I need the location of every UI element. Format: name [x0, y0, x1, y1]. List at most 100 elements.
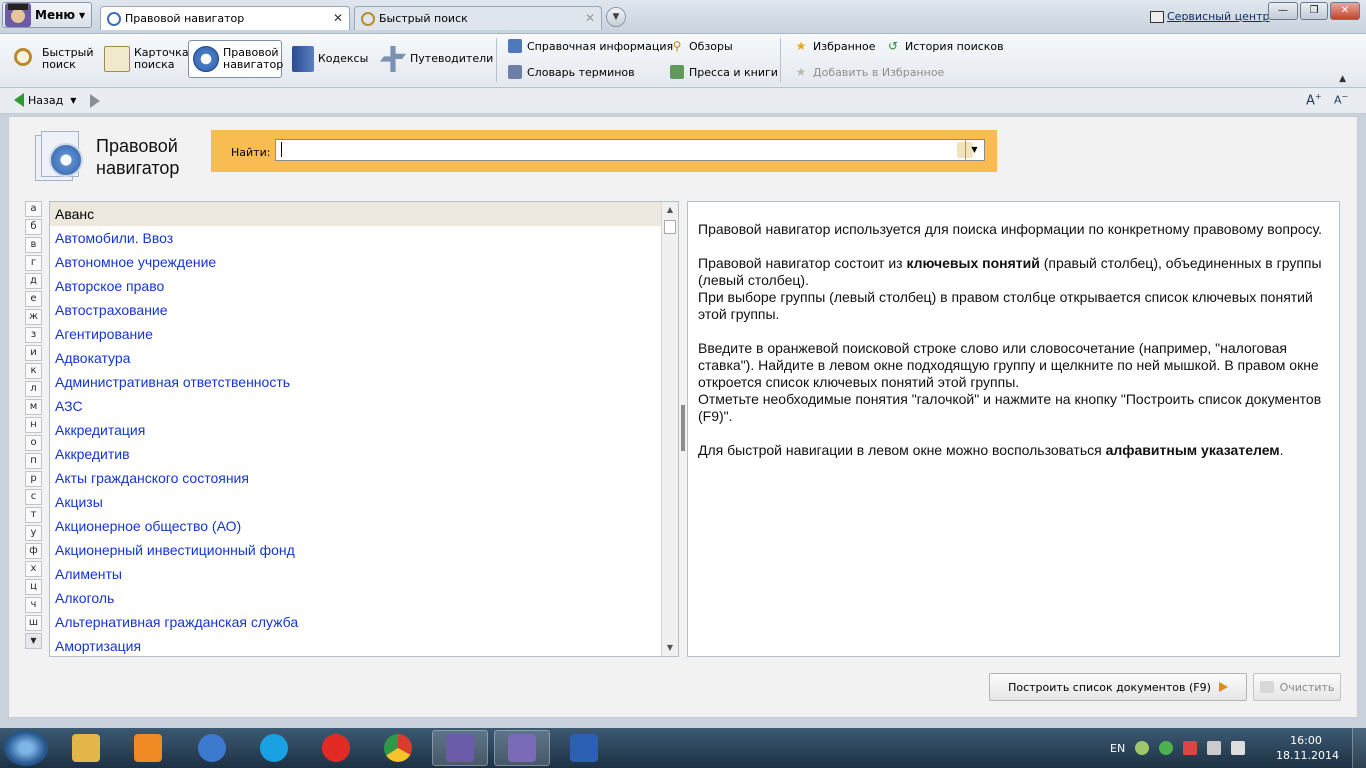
- alphabet-letter[interactable]: и: [25, 345, 42, 361]
- word-taskbar-icon[interactable]: [556, 730, 612, 766]
- alphabet-letter[interactable]: т: [25, 507, 42, 523]
- alphabet-letter[interactable]: л: [25, 381, 42, 397]
- chrome-taskbar-icon[interactable]: [370, 730, 426, 766]
- list-item[interactable]: Акционерное общество (АО): [50, 514, 678, 538]
- clock[interactable]: 16:00 18.11.2014: [1276, 733, 1339, 763]
- tab-quick-search[interactable]: Быстрый поиск ✕: [354, 6, 602, 30]
- reviews-button[interactable]: ⚲ Обзоры: [670, 37, 733, 55]
- alphabet-letter[interactable]: о: [25, 435, 42, 451]
- alphabet-letter[interactable]: ж: [25, 309, 42, 325]
- alphabet-letter[interactable]: п: [25, 453, 42, 469]
- close-icon[interactable]: ✕: [333, 11, 343, 25]
- close-icon[interactable]: ✕: [585, 11, 595, 25]
- pane-splitter[interactable]: [681, 405, 685, 451]
- menu-button[interactable]: Меню ▼: [2, 2, 92, 28]
- close-window-button[interactable]: ✕: [1330, 2, 1360, 20]
- alphabet-scroll-down-icon[interactable]: ▼: [25, 633, 42, 649]
- list-item[interactable]: Аккредитация: [50, 418, 678, 442]
- forward-arrow-icon[interactable]: [90, 94, 100, 108]
- dictionary-button[interactable]: Словарь терминов: [508, 63, 635, 81]
- alphabet-letter[interactable]: ц: [25, 579, 42, 595]
- back-button[interactable]: Назад ▼: [14, 93, 76, 107]
- press-books-button[interactable]: Пресса и книги: [670, 63, 778, 81]
- consultant-taskbar-icon[interactable]: [432, 730, 488, 766]
- list-item[interactable]: Аванс: [50, 202, 678, 226]
- alphabet-letter[interactable]: м: [25, 399, 42, 415]
- alphabet-letter[interactable]: з: [25, 327, 42, 343]
- list-item[interactable]: Альтернативная гражданская служба: [50, 610, 678, 634]
- tabs-dropdown-button[interactable]: ▼: [606, 7, 626, 27]
- list-item[interactable]: Аккредитив: [50, 442, 678, 466]
- alphabet-letter[interactable]: с: [25, 489, 42, 505]
- alphabet-letter[interactable]: б: [25, 219, 42, 235]
- list-item[interactable]: Алкоголь: [50, 586, 678, 610]
- list-item[interactable]: Агентирование: [50, 322, 678, 346]
- add-icon[interactable]: [1159, 741, 1174, 755]
- chevron-down-icon[interactable]: ▼: [70, 96, 76, 105]
- scroll-down-icon[interactable]: ▼: [662, 640, 678, 656]
- list-item[interactable]: Авторское право: [50, 274, 678, 298]
- search-input[interactable]: [275, 139, 985, 161]
- alphabet-letter[interactable]: г: [25, 255, 42, 271]
- alphabet-letter[interactable]: ш: [25, 615, 42, 631]
- list-item[interactable]: Акты гражданского состояния: [50, 466, 678, 490]
- skype-taskbar-icon[interactable]: [246, 730, 302, 766]
- favorites-button[interactable]: ★ Избранное: [794, 37, 876, 55]
- list-item[interactable]: Амортизация: [50, 634, 678, 656]
- alphabet-letter[interactable]: х: [25, 561, 42, 577]
- quick-search-button[interactable]: Быстрый поиск: [8, 40, 98, 78]
- yandex-browser-taskbar-icon[interactable]: [308, 730, 364, 766]
- show-desktop-button[interactable]: [1352, 728, 1366, 768]
- font-decrease-icon[interactable]: A−: [1334, 92, 1348, 107]
- minimize-button[interactable]: —: [1268, 2, 1298, 20]
- search-history-button[interactable]: ↺ История поисков: [886, 37, 1004, 55]
- alphabet-letter[interactable]: к: [25, 363, 42, 379]
- list-item[interactable]: Акцизы: [50, 490, 678, 514]
- monitor-icon[interactable]: [1207, 741, 1222, 755]
- ribbon-collapse-icon[interactable]: ▲: [1339, 74, 1346, 84]
- list-item[interactable]: Автомобили. Ввоз: [50, 226, 678, 250]
- alphabet-letter[interactable]: д: [25, 273, 42, 289]
- consultant-taskbar-icon-2[interactable]: [494, 730, 550, 766]
- alphabet-letter[interactable]: е: [25, 291, 42, 307]
- alphabet-letter[interactable]: н: [25, 417, 42, 433]
- alphabet-letter[interactable]: в: [25, 237, 42, 253]
- maximize-button[interactable]: ❐: [1300, 2, 1328, 20]
- clear-button[interactable]: Очистить: [1253, 673, 1341, 701]
- flag-icon[interactable]: [1183, 741, 1198, 755]
- build-document-list-button[interactable]: Построить список документов (F9): [989, 673, 1247, 701]
- codes-button[interactable]: Кодексы: [288, 40, 372, 78]
- list-item[interactable]: Алименты: [50, 562, 678, 586]
- reference-info-button[interactable]: Справочная информация: [508, 37, 673, 55]
- font-increase-icon[interactable]: A+: [1306, 92, 1322, 108]
- alphabet-letter[interactable]: ч: [25, 597, 42, 613]
- start-button[interactable]: [4, 730, 48, 766]
- alphabet-letter[interactable]: а: [25, 201, 42, 217]
- explorer-taskbar-icon[interactable]: [58, 730, 114, 766]
- alphabet-letter[interactable]: у: [25, 525, 42, 541]
- service-center-link[interactable]: Сервисный центр: [1150, 10, 1269, 23]
- alphabet-letter[interactable]: р: [25, 471, 42, 487]
- language-indicator[interactable]: EN: [1110, 742, 1125, 755]
- alphabet-letter[interactable]: ф: [25, 543, 42, 559]
- volume-app-taskbar-icon[interactable]: [184, 730, 240, 766]
- volume-icon[interactable]: [1231, 741, 1246, 755]
- legal-navigator-button[interactable]: Правовой навигатор: [188, 40, 283, 78]
- add-to-favorites-button[interactable]: ★ Добавить в Избранное: [794, 63, 945, 81]
- scroll-thumb[interactable]: [664, 220, 676, 234]
- list-scrollbar[interactable]: ▲ ▼: [661, 202, 678, 656]
- chevron-down-icon[interactable]: ▼: [965, 140, 983, 160]
- list-item[interactable]: Автострахование: [50, 298, 678, 322]
- guides-button[interactable]: Путеводители: [376, 40, 497, 78]
- list-item[interactable]: Адвокатура: [50, 346, 678, 370]
- search-card-button[interactable]: Карточка поиска: [100, 40, 193, 78]
- list-item[interactable]: Административная ответственность: [50, 370, 678, 394]
- list-item[interactable]: Автономное учреждение: [50, 250, 678, 274]
- list-item[interactable]: АЗС: [50, 394, 678, 418]
- scroll-up-icon[interactable]: ▲: [662, 202, 678, 218]
- tab-legal-navigator[interactable]: Правовой навигатор ✕: [100, 6, 350, 30]
- star-icon: ★: [795, 39, 807, 53]
- media-player-taskbar-icon[interactable]: [120, 730, 176, 766]
- network-icon[interactable]: [1135, 741, 1150, 755]
- list-item[interactable]: Акционерный инвестиционный фонд: [50, 538, 678, 562]
